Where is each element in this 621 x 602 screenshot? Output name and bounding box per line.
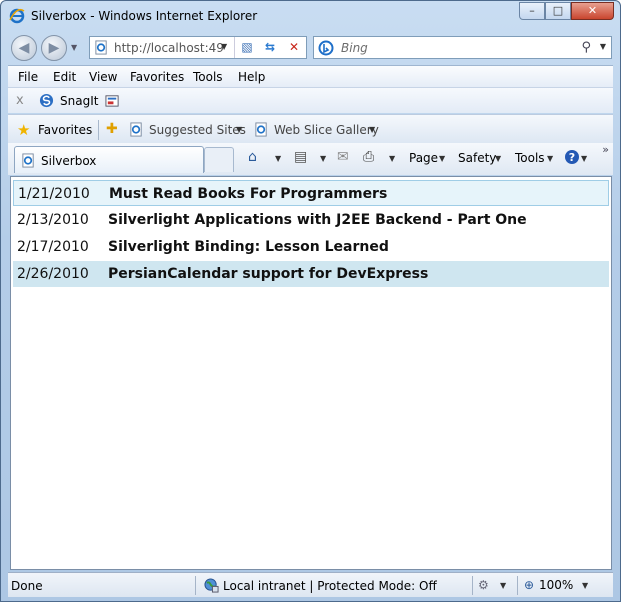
add-ons-dropdown-icon[interactable]: ▼ xyxy=(500,581,506,590)
print-dropdown-icon[interactable]: ▼ xyxy=(389,154,395,163)
address-bar[interactable]: http://localhost:49 ▼ ▧ ⇆ ✕ xyxy=(89,36,307,59)
compatibility-view-icon[interactable]: ▧ xyxy=(237,39,257,56)
safety-menu-button[interactable]: Safety xyxy=(458,151,496,165)
menu-bar: File Edit View Favorites Tools Help xyxy=(8,65,613,87)
snagit-button[interactable]: SnagIt xyxy=(60,94,98,108)
search-options-dropdown-icon[interactable]: ▼ xyxy=(600,42,606,51)
menu-file[interactable]: File xyxy=(18,70,38,84)
post-title[interactable]: Silverlight Binding: Lesson Learned xyxy=(108,239,389,255)
page-dropdown-icon[interactable]: ▼ xyxy=(439,154,445,163)
feeds-icon[interactable]: ▤ xyxy=(294,149,307,165)
suggested-sites-link[interactable]: Suggested Sites xyxy=(149,123,246,137)
recent-pages-dropdown-icon[interactable]: ▼ xyxy=(71,43,77,52)
address-input[interactable]: http://localhost:49 xyxy=(114,41,224,55)
list-item[interactable]: 2/13/2010 Silverlight Applications with … xyxy=(13,207,609,233)
menu-help[interactable]: Help xyxy=(238,70,265,84)
help-dropdown-icon[interactable]: ▼ xyxy=(581,154,587,163)
bing-logo-icon xyxy=(318,40,334,56)
add-to-favorites-bar-icon[interactable]: ✚ xyxy=(106,121,118,137)
tools-menu-button[interactable]: Tools xyxy=(515,151,545,165)
safety-dropdown-icon[interactable]: ▼ xyxy=(495,154,501,163)
zoom-level[interactable]: 100% xyxy=(539,578,573,592)
tab-silverbox[interactable]: Silverbox xyxy=(14,146,204,173)
favorites-star-icon[interactable]: ★ xyxy=(17,121,30,139)
protected-mode-icon[interactable]: ⚙ xyxy=(478,578,489,592)
snagit-toolbar: x SnagIt xyxy=(8,87,613,113)
ie-page-icon xyxy=(130,122,142,137)
status-divider xyxy=(195,576,196,595)
home-dropdown-icon[interactable]: ▼ xyxy=(275,154,281,163)
home-icon[interactable]: ⌂ xyxy=(248,149,257,165)
snagit-icon[interactable] xyxy=(39,93,54,108)
menu-view[interactable]: View xyxy=(89,70,117,84)
ie-logo-icon xyxy=(9,8,25,24)
status-divider xyxy=(517,576,518,595)
post-title[interactable]: PersianCalendar support for DevExpress xyxy=(108,266,428,282)
maximize-button[interactable]: □ xyxy=(545,2,571,20)
list-item[interactable]: 1/21/2010 Must Read Books For Programmer… xyxy=(13,180,609,206)
print-icon[interactable]: ⎙ xyxy=(363,149,374,165)
new-tab-button[interactable] xyxy=(204,147,234,172)
zoom-icon[interactable]: ⊕ xyxy=(524,578,534,592)
web-slice-icon xyxy=(255,122,267,137)
search-icon[interactable]: ⚲ xyxy=(581,40,591,55)
favorites-button[interactable]: Favorites xyxy=(38,123,92,137)
security-zone[interactable]: Local intranet | Protected Mode: Off xyxy=(223,579,437,593)
navigation-bar: ◀ ▶ ▼ http://localhost:49 ▼ ▧ ⇆ ✕ Bing ⚲… xyxy=(1,31,620,65)
address-dropdown-icon[interactable]: ▼ xyxy=(221,42,227,51)
stop-icon[interactable]: ✕ xyxy=(284,39,304,56)
zoom-dropdown-icon[interactable]: ▼ xyxy=(582,581,588,590)
help-icon[interactable]: ? xyxy=(564,149,580,165)
ie-page-icon xyxy=(22,153,34,168)
snagit-capture-icon[interactable] xyxy=(105,93,120,108)
status-bar: Done Local intranet | Protected Mode: Of… xyxy=(8,572,613,597)
post-title[interactable]: Silverlight Applications with J2EE Backe… xyxy=(108,212,527,228)
favorites-bar: ★ Favorites ✚ Suggested Sites ▼ Web Slic… xyxy=(8,114,613,143)
ie-page-icon xyxy=(95,40,107,55)
tab-label: Silverbox xyxy=(41,154,97,168)
menu-edit[interactable]: Edit xyxy=(53,70,76,84)
favorites-divider xyxy=(98,120,99,140)
list-item[interactable]: 2/26/2010 PersianCalendar support for De… xyxy=(13,261,609,287)
status-divider xyxy=(472,576,473,595)
web-slice-gallery-dropdown-icon[interactable]: ▼ xyxy=(369,125,375,134)
page-content: 1/21/2010 Must Read Books For Programmer… xyxy=(10,176,612,570)
forward-button[interactable]: ▶ xyxy=(41,35,67,61)
toolbar-close-icon[interactable]: x xyxy=(16,93,24,108)
tab-and-command-bar: Silverbox ⌂ ▼ ▤ ▼ ✉ ⎙ ▼ Page ▼ Safety ▼ … xyxy=(8,143,613,175)
svg-text:?: ? xyxy=(569,151,575,164)
page-menu-button[interactable]: Page xyxy=(409,151,438,165)
search-box[interactable]: Bing ⚲ ▼ xyxy=(313,36,612,59)
close-button[interactable]: ✕ xyxy=(571,2,614,20)
feeds-dropdown-icon[interactable]: ▼ xyxy=(320,154,326,163)
search-input[interactable]: Bing xyxy=(341,41,368,55)
window-title: Silverbox - Windows Internet Explorer xyxy=(31,9,258,23)
status-text: Done xyxy=(11,579,43,593)
post-date: 2/17/2010 xyxy=(17,239,89,255)
more-commands-chevron-icon[interactable]: » xyxy=(602,143,609,156)
minimize-button[interactable]: – xyxy=(519,2,545,20)
menu-favorites[interactable]: Favorites xyxy=(130,70,184,84)
back-button[interactable]: ◀ xyxy=(11,35,37,61)
tools-dropdown-icon[interactable]: ▼ xyxy=(547,154,553,163)
browser-window: Silverbox - Windows Internet Explorer – … xyxy=(0,0,621,602)
read-mail-icon[interactable]: ✉ xyxy=(337,149,349,165)
suggested-sites-dropdown-icon[interactable]: ▼ xyxy=(236,125,242,134)
title-bar: Silverbox - Windows Internet Explorer – … xyxy=(1,1,620,31)
post-date: 2/13/2010 xyxy=(17,212,89,228)
menu-tools[interactable]: Tools xyxy=(193,70,223,84)
refresh-icon[interactable]: ⇆ xyxy=(260,39,280,56)
intranet-globe-icon xyxy=(204,578,219,593)
post-date: 1/21/2010 xyxy=(18,186,90,202)
web-slice-gallery-link[interactable]: Web Slice Gallery xyxy=(274,123,379,137)
post-date: 2/26/2010 xyxy=(17,266,89,282)
address-divider xyxy=(234,37,235,58)
list-item[interactable]: 2/17/2010 Silverlight Binding: Lesson Le… xyxy=(13,234,609,260)
post-title[interactable]: Must Read Books For Programmers xyxy=(109,186,387,202)
